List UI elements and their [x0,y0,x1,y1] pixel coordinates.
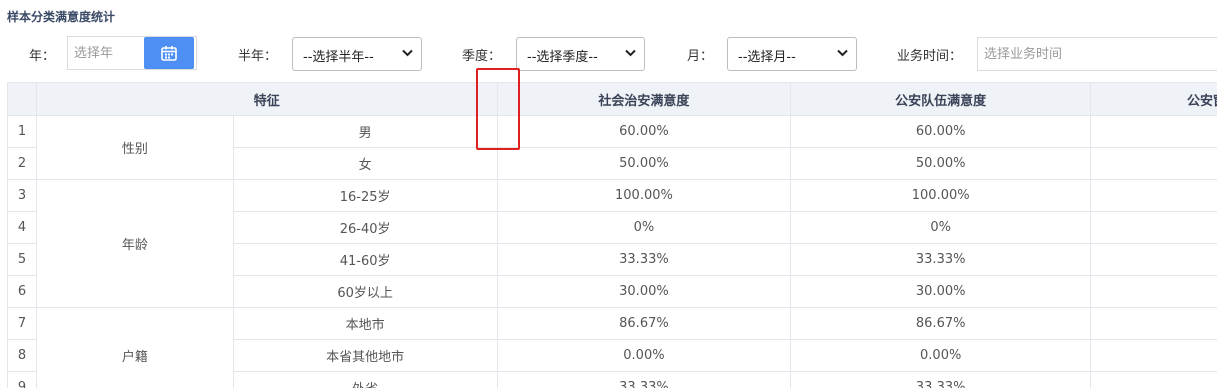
quarter-label: 季度： [462,49,502,64]
half-year-label: 半年： [238,49,278,64]
social-value-cell: 86.67% [496,307,792,340]
window-value-cell [1090,371,1217,388]
month-label: 月： [687,49,714,64]
chevron-down-icon [402,49,413,57]
social-value-cell: 50.00% [496,147,792,180]
year-label: 年： [29,49,56,64]
calendar-button[interactable] [144,37,194,69]
half-year-select[interactable]: --选择半年-- [292,37,422,71]
police-value-cell: 33.33% [790,243,1092,276]
social-value-cell: 33.33% [496,371,792,388]
table-row: 7 户籍 本地市 86.67% 86.67% [7,307,1217,388]
table-header-row: 特征 社会治安满意度 公安队伍满意度 公安窗 [7,82,1217,116]
police-value-cell: 0% [790,211,1092,244]
chevron-down-icon [625,49,636,57]
index-header [7,82,37,116]
row-index: 2 [7,147,37,180]
police-value-cell: 33.33% [790,371,1092,388]
window-value-cell [1090,339,1217,372]
police-value-cell: 100.00% [790,179,1092,212]
subcategory-cell: 男 [232,115,498,148]
row-index: 7 [7,307,37,340]
police-value-cell: 30.00% [790,275,1092,308]
row-index: 9 [7,371,37,388]
window-value-cell [1090,243,1217,276]
chevron-down-icon [837,49,848,57]
social-value-cell: 60.00% [496,115,792,148]
quarter-select[interactable]: --选择季度-- [516,37,645,71]
subcategory-cell: 本省其他地市 [232,339,498,372]
window-value-cell [1090,115,1217,148]
business-time-label: 业务时间： [897,49,963,64]
subcategory-cell: 41-60岁 [232,243,498,276]
row-index: 1 [7,115,37,148]
table-row: 3 年龄 16-25岁 100.00% 100.00% 1 [7,179,1217,308]
feature-header[interactable]: 特征 [35,82,498,116]
police-window-header[interactable]: 公安窗 [1090,82,1217,116]
month-select[interactable]: --选择月-- [727,37,857,71]
row-index: 3 [7,179,37,212]
row-index: 8 [7,339,37,372]
business-time-input[interactable] [977,37,1217,71]
quarter-value: --选择季度-- [527,50,598,65]
table-row: 1 性别 男 60.00% 60.00% [7,115,1217,180]
category-cell: 年龄 [35,179,234,308]
window-value-cell [1090,147,1217,180]
satisfaction-table: 特征 社会治安满意度 公安队伍满意度 公安窗 1 性别 男 60.00% 60.… [7,82,1217,388]
social-value-cell: 0% [496,211,792,244]
window-value-cell [1090,211,1217,244]
social-value-cell: 30.00% [496,275,792,308]
half-year-value: --选择半年-- [303,50,374,65]
year-picker[interactable] [67,36,197,70]
social-value-cell: 0.00% [496,339,792,372]
year-input[interactable] [68,37,144,69]
row-index: 5 [7,243,37,276]
police-value-cell: 86.67% [790,307,1092,340]
category-cell: 户籍 [35,307,234,388]
calendar-icon [161,46,177,61]
filter-bar: 年： 半年： --选择半年-- 季度： --选择季度-- [0,36,1217,72]
satisfaction-table-wrapper: 特征 社会治安满意度 公安队伍满意度 公安窗 1 性别 男 60.00% 60.… [7,82,1217,388]
subcategory-cell: 16-25岁 [232,179,498,212]
police-value-cell: 0.00% [790,339,1092,372]
social-value-cell: 100.00% [496,179,792,212]
month-value: --选择月-- [738,50,796,65]
subcategory-cell: 26-40岁 [232,211,498,244]
subcategory-cell: 本地市 [232,307,498,340]
page-title: 样本分类满意度统计 [7,10,116,24]
social-value-cell: 33.33% [496,243,792,276]
police-team-header[interactable]: 公安队伍满意度 [790,82,1092,116]
police-value-cell: 50.00% [790,147,1092,180]
social-security-header[interactable]: 社会治安满意度 [496,82,792,116]
subcategory-cell: 60岁以上 [232,275,498,308]
window-value-cell: 1 [1090,275,1217,308]
row-index: 4 [7,211,37,244]
police-value-cell: 60.00% [790,115,1092,148]
row-index: 6 [7,275,37,308]
subcategory-cell: 女 [232,147,498,180]
subcategory-cell: 外省 [232,371,498,388]
window-value-cell: 1 [1090,179,1217,212]
category-cell: 性别 [35,115,234,180]
window-value-cell [1090,307,1217,340]
